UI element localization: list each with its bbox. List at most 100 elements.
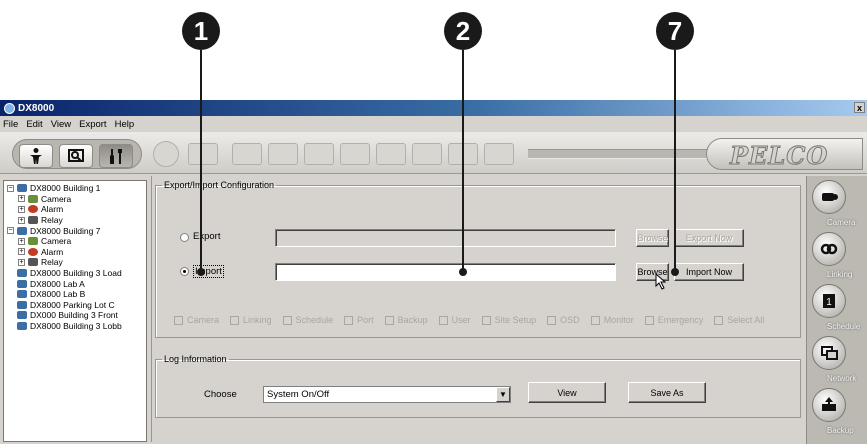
menu-view[interactable]: View [51, 119, 71, 130]
callout-2: 2 [444, 12, 482, 50]
rail-linking-label: Linking [827, 270, 853, 279]
checkbox-label: Backup [397, 315, 428, 325]
collapse-icon[interactable]: − [7, 184, 14, 192]
checkbox-monitor[interactable]: Monitor [590, 315, 634, 325]
tree-item[interactable]: DX8000 Building 3 Lobb [4, 321, 146, 332]
checkbox-site-setup[interactable]: Site Setup [481, 315, 536, 325]
checkbox-box[interactable] [282, 315, 292, 325]
rail-network-button[interactable] [812, 336, 846, 370]
tree-item[interactable]: + Alarm [4, 247, 146, 258]
export-browse-button[interactable]: Browse [636, 229, 669, 247]
expand-icon[interactable]: + [18, 237, 25, 245]
export-path-field[interactable] [275, 229, 616, 247]
import-now-button[interactable]: Import Now [674, 263, 744, 281]
expand-icon[interactable]: + [18, 258, 25, 266]
app-icon [4, 102, 15, 114]
import-path-field[interactable] [275, 263, 616, 281]
log-information-legend: Log Information [164, 354, 227, 364]
export-radio[interactable] [180, 233, 189, 242]
setup-mode-button[interactable] [99, 144, 133, 168]
tree-item-label: DX8000 Lab B [30, 289, 86, 300]
menu-help[interactable]: Help [115, 119, 135, 130]
checkbox-box[interactable] [384, 315, 394, 325]
menu-file[interactable]: File [3, 119, 18, 130]
window-title: DX8000 [18, 102, 55, 114]
toolbar: PELCO [0, 132, 867, 174]
tree-item[interactable]: − DX8000 Building 7 [4, 225, 146, 236]
expand-icon[interactable]: + [18, 248, 25, 256]
callout-2-number: 2 [455, 15, 471, 46]
close-button[interactable]: x [854, 102, 865, 113]
disabled-tool-2 [188, 143, 218, 165]
save-as-button[interactable]: Save As [628, 382, 706, 403]
rail-camera-button[interactable] [812, 180, 846, 214]
checkbox-box[interactable] [438, 315, 448, 325]
checkbox-backup[interactable]: Backup [384, 315, 428, 325]
rail-schedule-label: Schedule [827, 322, 861, 331]
checkbox-box[interactable] [481, 315, 491, 325]
checkbox-box[interactable] [644, 315, 654, 325]
camera-icon [28, 194, 38, 203]
search-mode-button[interactable] [59, 144, 93, 168]
chevron-down-icon[interactable]: ▼ [496, 387, 510, 402]
checkbox-select-all[interactable]: Select All [714, 315, 764, 325]
choose-label: Choose [204, 389, 237, 400]
linking-icon [820, 243, 838, 255]
checkbox-user[interactable]: User [438, 315, 471, 325]
tree-item[interactable]: DX8000 Parking Lot C [4, 300, 146, 311]
tree-item[interactable]: DX8000 Lab A [4, 278, 146, 289]
tree-item-label: Alarm [41, 246, 64, 257]
checkbox-camera[interactable]: Camera [174, 315, 219, 325]
disabled-tool-5 [304, 143, 334, 165]
checkbox-box[interactable] [344, 315, 354, 325]
tree-item-label: DX000 Building 3 Front [30, 310, 118, 321]
checkbox-emergency[interactable]: Emergency [644, 315, 703, 325]
menu-bar: File Edit View Export Help [0, 116, 867, 132]
checkbox-port[interactable]: Port [344, 315, 374, 325]
tree-item[interactable]: + Relay [4, 257, 146, 268]
person-icon [30, 148, 42, 164]
menu-edit[interactable]: Edit [26, 119, 42, 130]
tree-item[interactable]: + Alarm [4, 204, 146, 215]
collapse-icon[interactable]: − [7, 227, 14, 235]
rail-backup-button[interactable] [812, 388, 846, 422]
checkbox-label: Port [357, 315, 374, 325]
checkbox-label: Select All [727, 315, 765, 325]
checkbox-box[interactable] [547, 315, 557, 325]
import-radio[interactable] [180, 267, 189, 276]
view-button[interactable]: View [528, 382, 606, 403]
checkbox-label: Linking [243, 315, 272, 325]
checkbox-schedule[interactable]: Schedule [282, 315, 333, 325]
tree-item[interactable]: DX8000 Building 3 Load [4, 268, 146, 279]
callout-7: 7 [656, 12, 694, 50]
callout-1: 1 [182, 12, 220, 50]
tree-item-label: Relay [41, 257, 63, 268]
svg-text:1: 1 [826, 297, 832, 308]
checkbox-box[interactable] [714, 315, 724, 325]
log-type-select[interactable]: System On/Off ▼ [263, 386, 511, 403]
tree-item[interactable]: + Relay [4, 215, 146, 226]
site-tree[interactable]: − DX8000 Building 1 + Camera + Alarm + Relay − DX… [3, 180, 147, 442]
export-now-button[interactable]: Export Now [674, 229, 744, 247]
checkbox-osd[interactable]: OSD [547, 315, 580, 325]
tree-item[interactable]: + Camera [4, 236, 146, 247]
live-mode-button[interactable] [19, 144, 53, 168]
checkbox-box[interactable] [174, 315, 183, 325]
tree-item[interactable]: + Camera [4, 194, 146, 205]
tree-item[interactable]: DX000 Building 3 Front [4, 310, 146, 321]
rail-schedule-button[interactable]: 1 [812, 284, 846, 318]
checkbox-box[interactable] [590, 315, 600, 325]
expand-icon[interactable]: + [18, 216, 25, 224]
tree-item[interactable]: − DX8000 Building 1 [4, 183, 146, 194]
menu-export[interactable]: Export [79, 119, 106, 130]
checkbox-linking[interactable]: Linking [230, 315, 272, 325]
disabled-tool-10 [484, 143, 514, 165]
tree-item[interactable]: DX8000 Lab B [4, 289, 146, 300]
rail-linking-button[interactable] [812, 232, 846, 266]
callout-1-leader [200, 50, 202, 272]
expand-icon[interactable]: + [18, 195, 25, 203]
building-icon [17, 279, 27, 288]
building-icon [17, 311, 27, 320]
checkbox-box[interactable] [230, 315, 240, 325]
expand-icon[interactable]: + [18, 205, 25, 213]
